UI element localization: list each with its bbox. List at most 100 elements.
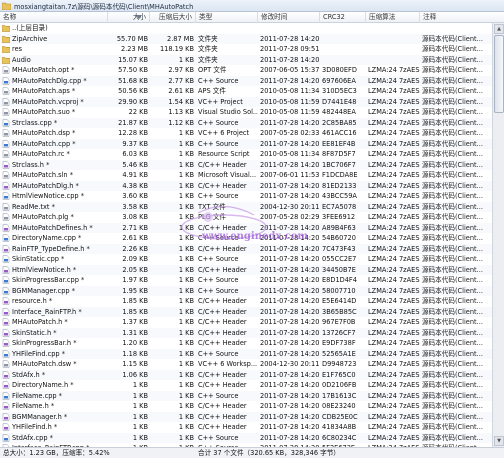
file-row[interactable]: MHAutoPatch.aps * 50.56 KB 2.61 KB APS 文件 20…: [0, 86, 492, 97]
file-row[interactable]: MHAutoPatch.vcproj * 29.90 KB 1.54 KB VC++ …: [0, 96, 492, 107]
file-compressed-size: 1.13 KB: [168, 108, 194, 116]
column-header-crc[interactable]: CRC32: [320, 12, 366, 23]
file-modified: 2010-05-08 11:34...: [260, 150, 320, 158]
file-row[interactable]: MHAutoPatch.dsw * 1.15 KB 1 KB VC++ 6 Works…: [0, 359, 492, 370]
file-crc: 310D5EC3: [322, 87, 357, 95]
window-titlebar: mosxiangtaitan.7z\源码\源码本代码\Client\MHAuto…: [0, 0, 504, 12]
file-modified: 2010-05-08 11:34...: [260, 87, 320, 95]
file-type: C++ Source: [198, 139, 239, 148]
file-row[interactable]: BGMManager.cpp * 1.95 KB 1 KB C++ Source 201…: [0, 285, 492, 296]
file-type: C++ Source: [198, 76, 239, 85]
file-type: APS 文件: [198, 87, 226, 95]
file-name: ..(上层目录): [12, 24, 48, 32]
column-header: 名称 大小 压缩后大小 类型 修改时间 CRC32 压缩算法 注释: [0, 12, 504, 23]
file-note: 源码本代码(Client...: [422, 412, 483, 421]
file-size: 1.06 KB: [122, 370, 148, 379]
h-file-icon: [2, 381, 10, 389]
status-total: 总大小：1.23 GB，压缩率：5.42%: [3, 449, 110, 457]
file-row[interactable]: MHAutoPatch.rc * 6.03 KB 1 KB Resource Scri…: [0, 149, 492, 160]
file-size: [108, 23, 148, 34]
file-row[interactable]: YHFileFind.h * 1 KB 1 KB C/C++ Header 2011-0…: [0, 422, 492, 433]
file-type: C/C++ Header: [198, 307, 247, 316]
file-crc: EE81EF4B: [322, 139, 356, 148]
file-row[interactable]: SkinStatic.h * 1.31 KB 1 KB C/C++ Header 201…: [0, 327, 492, 338]
sort-descending-icon: [136, 15, 142, 19]
file-row[interactable]: StdAfx.cpp * 1 KB 1 KB C++ Source 2011-07-28…: [0, 432, 492, 443]
file-row[interactable]: SkinProgressBar.h * 1.20 KB 1 KB C/C++ Head…: [0, 338, 492, 349]
column-header-name[interactable]: 名称: [0, 12, 108, 23]
file-note: 源码本代码(Client...: [422, 423, 483, 431]
file-row[interactable]: MHAutoPatch.sln * 4.91 KB 1 KB Microsoft Vi…: [0, 170, 492, 181]
column-header-compressed[interactable]: 压缩后大小: [150, 12, 196, 23]
file-row[interactable]: MHAutoPatch.dsp * 12.28 KB 1 KB VC++ 6 Proj…: [0, 128, 492, 139]
file-row[interactable]: MHAutoPatch.opt * 57.50 KB 2.97 KB OPT 文件 20…: [0, 65, 492, 76]
file-row[interactable]: YHFileFind.cpp * 1.18 KB 1 KB C++ Source 201…: [0, 348, 492, 359]
file-row[interactable]: MHAutoPatch.h * 1.37 KB 1 KB C/C++ Header 20…: [0, 317, 492, 328]
file-method: LZMA:24 7zAES:19: [368, 181, 420, 190]
file-note: 源码本代码(Client...: [422, 34, 483, 43]
file-crc: 2C85BA85: [322, 118, 357, 127]
file-crc: 13726CF7: [322, 328, 356, 337]
cpp-file-icon: [2, 276, 10, 284]
file-size: 1 KB: [132, 433, 148, 442]
file-crc: 482448EA: [322, 108, 356, 116]
column-header-type[interactable]: 类型: [196, 12, 258, 23]
file-size: 1 KB: [132, 412, 148, 421]
h-file-icon: [2, 307, 10, 316]
scroll-thumb[interactable]: [494, 35, 504, 113]
file-compressed-size: 1 KB: [178, 433, 194, 442]
file-type: C++ Source: [198, 255, 239, 263]
file-row[interactable]: ZipArchive 55.70 MB 2.87 MB 文件夹 2011-07-28 1…: [0, 33, 492, 44]
file-size: 4.91 KB: [122, 171, 148, 179]
column-header-note[interactable]: 注释: [420, 12, 504, 23]
file-row[interactable]: FileName.h * 1 KB 1 KB C/C++ Header 2011-07-…: [0, 401, 492, 412]
file-name: Audio: [12, 55, 31, 64]
file-row[interactable]: MHAutoPatch.cpp * 9.37 KB 1 KB C++ Source 20…: [0, 138, 492, 149]
window-title: mosxiangtaitan.7z\源码\源码本代码\Client\MHAuto…: [14, 2, 194, 11]
file-row[interactable]: DirectoryName.h * 1 KB 1 KB C/C++ Header 201…: [0, 380, 492, 391]
file-size: 1.31 KB: [122, 328, 148, 337]
column-header-size[interactable]: 大小: [108, 12, 150, 23]
file-row[interactable]: HtmlViewNotice.cpp * 3.60 KB 1 KB C++ Sourc…: [0, 191, 492, 202]
file-row[interactable]: resource.h * 1.85 KB 1 KB C/C++ Header 2011-…: [0, 296, 492, 307]
file-row[interactable]: Interface_RainFTP.h * 1.85 KB 1 KB C/C++ He…: [0, 306, 492, 317]
column-header-method[interactable]: 压缩算法: [366, 12, 420, 23]
file-row[interactable]: res 2.23 MB 118.19 KB 文件夹 2011-07-28 09:51..…: [0, 44, 492, 55]
file-note: 源码本代码(Client...: [422, 171, 483, 179]
file-row[interactable]: BGMManager.h * 1 KB 1 KB C/C++ Header 2011-0…: [0, 411, 492, 422]
file-name: MHAutoPatch.opt *: [12, 66, 75, 74]
file-type: C/C++ Header: [198, 370, 247, 379]
file-note: 源码本代码(Client...: [422, 76, 483, 85]
file-note: 源码本代码(Client...: [422, 339, 483, 347]
file-name: MHAutoPatch.suo *: [12, 108, 76, 116]
file-row[interactable]: MHAutoPatchDlg.h * 4.38 KB 1 KB C/C++ Heade…: [0, 180, 492, 191]
file-row[interactable]: HtmlViewNotice.h * 2.05 KB 1 KB C/C++ Heade…: [0, 264, 492, 275]
scroll-up-button[interactable]: ▲: [494, 24, 504, 34]
file-modified: 2011-07-28 14:20...: [260, 160, 320, 169]
file-note: 源码本代码(Client...: [422, 55, 483, 64]
column-header-modified[interactable]: 修改时间: [258, 12, 320, 23]
file-row[interactable]: Strclass.h * 5.46 KB 1 KB C/C++ Header 2011-…: [0, 159, 492, 170]
vertical-scrollbar[interactable]: ▲ ▼: [492, 23, 504, 447]
file-method: LZMA:24 7zAES:19: [368, 276, 420, 284]
file-method: LZMA:24 7zAES:19: [368, 76, 420, 85]
file-type: Resource Script: [198, 150, 250, 158]
file-row[interactable]: StdAfx.h * 1.06 KB 1 KB C/C++ Header 2011-07…: [0, 369, 492, 380]
file-crc: 34450B7E: [322, 265, 356, 274]
file-row[interactable]: FileName.cpp * 1 KB 1 KB C++ Source 2011-07-…: [0, 390, 492, 401]
file-row[interactable]: ..(上层目录): [0, 23, 492, 34]
file-row[interactable]: MHAutoPatch.suo * 22 KB 1.13 KB Visual Stud…: [0, 107, 492, 118]
file-note: 源码本代码(Client...: [422, 202, 483, 211]
file-note: 源码本代码(Client...: [422, 118, 483, 127]
file-row[interactable]: Strclass.cpp * 21.87 KB 1.12 KB C++ Source 2…: [0, 117, 492, 128]
file-row[interactable]: SkinStatic.cpp * 2.09 KB 1 KB C++ Source 201…: [0, 254, 492, 265]
file-crc: 08E23240: [322, 402, 356, 410]
file-modified: 2011-07-28 14:20...: [260, 328, 320, 337]
scroll-down-button[interactable]: ▼: [494, 436, 504, 446]
file-row[interactable]: Audio 15.07 KB 1 KB 文件夹 2011-07-28 14:20... 源…: [0, 54, 492, 65]
file-row[interactable]: MHAutoPatchDlg.cpp * 51.68 KB 2.77 KB C++ S…: [0, 75, 492, 86]
file-row[interactable]: SkinProgressBar.cpp * 1.97 KB 1 KB C++ Sour…: [0, 275, 492, 286]
file-size: 3.08 KB: [122, 213, 148, 221]
file-name: Interface_RainFTP.h *: [12, 307, 82, 316]
file-note: 源码本代码(Client...: [422, 160, 483, 169]
